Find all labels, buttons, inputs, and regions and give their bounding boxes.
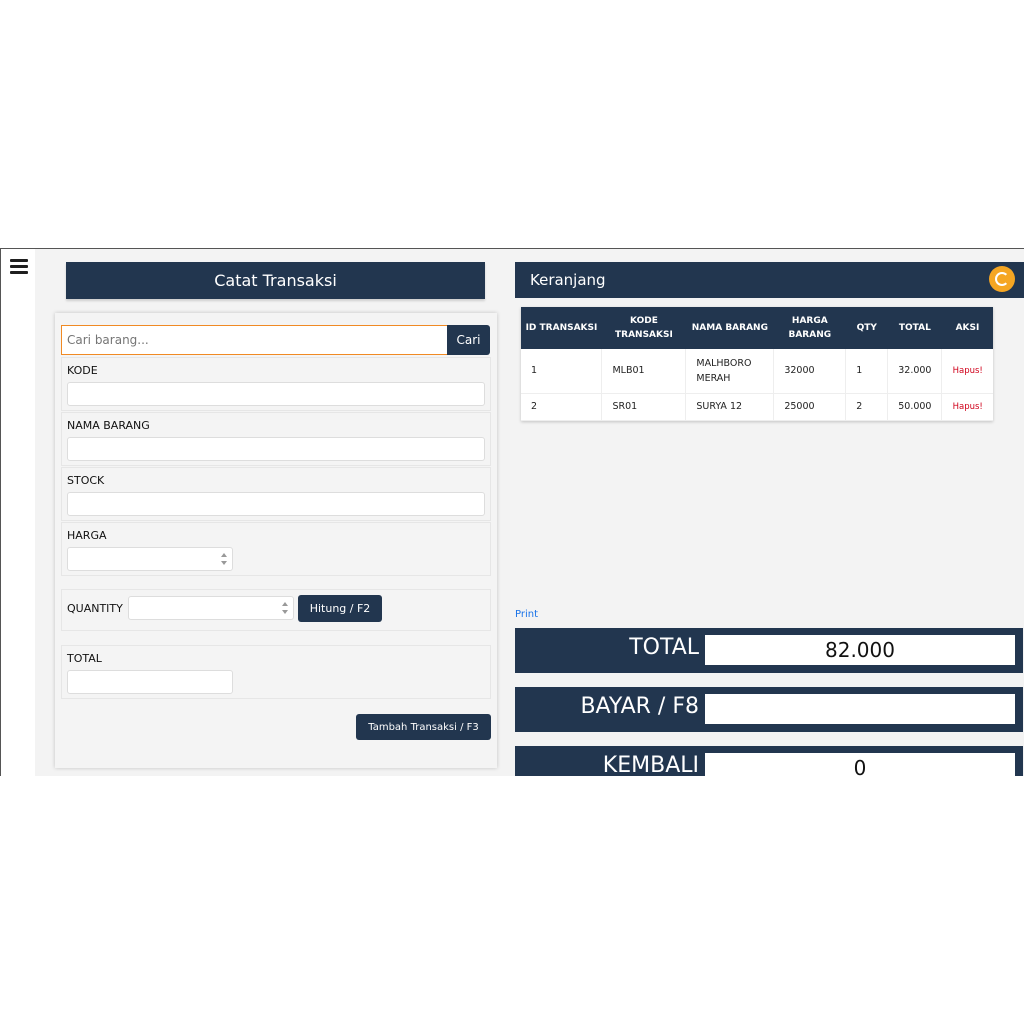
- harga-stepper-icon[interactable]: [221, 553, 229, 565]
- kembali-summary: KEMBALI 0: [515, 746, 1023, 776]
- kode-field[interactable]: [67, 382, 485, 406]
- cell-total: 50.000: [887, 393, 943, 421]
- cell-qty: 2: [845, 393, 889, 421]
- quantity-stepper-icon[interactable]: [282, 602, 290, 614]
- col-qty: QTY: [845, 307, 888, 349]
- keranjang-title: Keranjang: [530, 271, 606, 289]
- table-row: 1 MLB01 MALHBORO MERAH 32000 1 32.000 Ha…: [521, 349, 993, 394]
- cart-table: ID TRANSAKSI KODE TRANSAKSI NAMA BARANG …: [521, 307, 993, 421]
- cell-id: 1: [521, 349, 603, 394]
- cell-harga: 32000: [773, 349, 847, 394]
- nama-barang-group: NAMA BARANG: [61, 412, 491, 466]
- hapus-link[interactable]: Hapus!: [941, 349, 993, 394]
- quantity-label: QUANTITY: [67, 602, 123, 615]
- quantity-stepper[interactable]: [128, 596, 294, 620]
- total-label: TOTAL: [67, 652, 102, 665]
- sidebar: [1, 249, 35, 776]
- stock-label: STOCK: [67, 474, 105, 487]
- bayar-input[interactable]: [705, 694, 1015, 724]
- total-field[interactable]: [67, 670, 233, 694]
- pos-app: Catat Transaksi Cari KODE NAMA BARANG ST…: [0, 248, 1024, 776]
- harga-group: HARGA: [61, 522, 491, 576]
- cell-id: 2: [521, 393, 603, 421]
- hitung-button[interactable]: Hitung / F2: [298, 595, 382, 622]
- cell-total: 32.000: [887, 349, 943, 394]
- tambah-transaksi-button[interactable]: Tambah Transaksi / F3: [356, 714, 491, 740]
- cell-harga: 25000: [773, 393, 847, 421]
- cell-kode: SR01: [601, 393, 687, 421]
- search-input[interactable]: [61, 325, 448, 355]
- hamburger-menu-icon[interactable]: [10, 259, 28, 274]
- summary-kembali-value: 0: [705, 753, 1015, 776]
- col-harga-barang: HARGA BARANG: [773, 307, 846, 349]
- table-row: 2 SR01 SURYA 12 25000 2 50.000 Hapus!: [521, 393, 993, 421]
- cell-nama: MALHBORO MERAH: [685, 349, 775, 394]
- nama-barang-field[interactable]: [67, 437, 485, 461]
- kode-group: KODE: [61, 357, 491, 411]
- cell-nama: SURYA 12: [685, 393, 775, 421]
- total-group: TOTAL: [61, 645, 491, 699]
- search-button[interactable]: Cari: [447, 325, 490, 355]
- cell-kode: MLB01: [601, 349, 687, 394]
- keranjang-header: Keranjang: [515, 262, 1024, 298]
- hapus-link[interactable]: Hapus!: [941, 393, 993, 421]
- summary-bayar-label: BAYAR / F8: [580, 694, 699, 719]
- col-nama-barang: NAMA BARANG: [685, 307, 774, 349]
- harga-label: HARGA: [67, 529, 107, 542]
- stock-field[interactable]: [67, 492, 485, 516]
- col-total: TOTAL: [887, 307, 942, 349]
- cell-qty: 1: [845, 349, 889, 394]
- quantity-group: QUANTITY Hitung / F2: [61, 589, 491, 631]
- summary-total-value: 82.000: [705, 635, 1015, 665]
- transaction-form: Cari KODE NAMA BARANG STOCK HARGA QUANTI…: [55, 313, 497, 768]
- refresh-icon[interactable]: [989, 266, 1015, 292]
- col-kode-transaksi: KODE TRANSAKSI: [601, 307, 686, 349]
- print-link[interactable]: Print: [515, 609, 538, 620]
- col-id-transaksi: ID TRANSAKSI: [521, 307, 602, 349]
- bayar-summary: BAYAR / F8: [515, 687, 1023, 732]
- kode-label: KODE: [67, 364, 98, 377]
- col-aksi: AKSI: [941, 307, 993, 349]
- nama-barang-label: NAMA BARANG: [67, 419, 150, 432]
- stock-group: STOCK: [61, 467, 491, 521]
- catat-transaksi-header: Catat Transaksi: [66, 262, 485, 299]
- summary-kembali-label: KEMBALI: [602, 753, 699, 776]
- total-summary: TOTAL 82.000: [515, 628, 1023, 673]
- cart-header-row: ID TRANSAKSI KODE TRANSAKSI NAMA BARANG …: [521, 307, 993, 349]
- search-bar: Cari: [61, 325, 490, 355]
- summary-total-label: TOTAL: [629, 635, 699, 660]
- harga-field[interactable]: [67, 547, 233, 571]
